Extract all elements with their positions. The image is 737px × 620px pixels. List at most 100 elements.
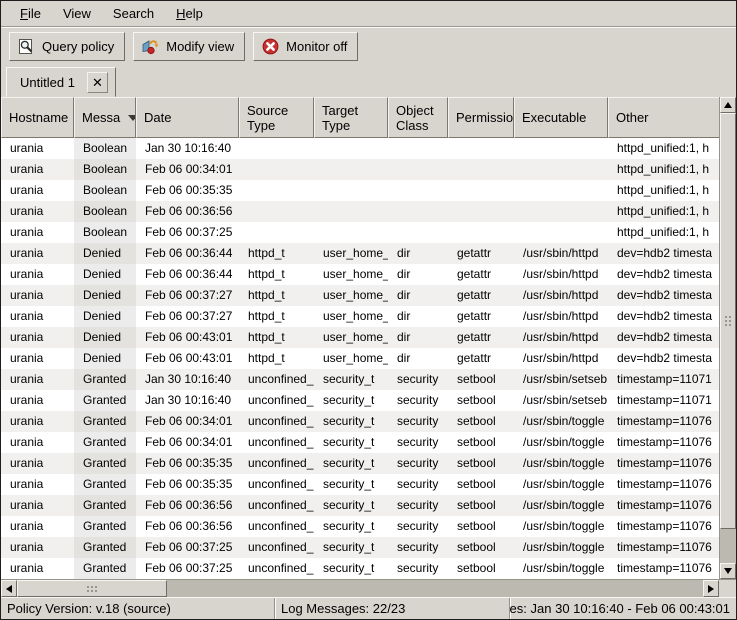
log-row-4[interactable]: uraniaBooleanFeb 06 00:37:25httpd_unifie… <box>1 222 719 243</box>
query-policy-button[interactable]: Query policy <box>9 32 125 61</box>
cell: Granted <box>74 369 136 390</box>
cell: Granted <box>74 390 136 411</box>
cell: unconfined_ <box>239 537 314 558</box>
modify-view-label: Modify view <box>166 39 234 54</box>
log-row-9[interactable]: uraniaDeniedFeb 06 00:43:01httpd_tuser_h… <box>1 327 719 348</box>
log-row-12[interactable]: uraniaGrantedJan 30 10:16:40unconfined_s… <box>1 390 719 411</box>
status-dates: Dates: Jan 30 10:16:40 - Feb 06 00:43:01 <box>509 598 733 619</box>
modify-view-button[interactable]: Modify view <box>133 32 245 61</box>
cell: user_home_ <box>314 264 388 285</box>
log-row-18[interactable]: uraniaGrantedFeb 06 00:36:56unconfined_s… <box>1 516 719 537</box>
column-header-other[interactable]: Other <box>608 97 719 138</box>
cell: urania <box>1 327 74 348</box>
cell: unconfined_ <box>239 411 314 432</box>
log-view: HostnameMessaDateSource TypeTarget TypeO… <box>1 97 736 579</box>
log-row-8[interactable]: uraniaDeniedFeb 06 00:37:27httpd_tuser_h… <box>1 306 719 327</box>
cell: urania <box>1 516 74 537</box>
cell: setbool <box>448 537 514 558</box>
tab-close-button[interactable]: ✕ <box>87 72 108 93</box>
column-header-permission[interactable]: Permission <box>448 97 514 138</box>
monitor-off-button[interactable]: Monitor off <box>253 32 358 61</box>
cell <box>239 180 314 201</box>
cell: Jan 30 10:16:40 <box>136 369 239 390</box>
cell: timestamp=11076 <box>608 432 719 453</box>
column-header-messa[interactable]: Messa <box>74 97 136 138</box>
cell: Denied <box>74 264 136 285</box>
cell: httpd_unified:1, h <box>608 180 719 201</box>
table-body: uraniaBooleanJan 30 10:16:40httpd_unifie… <box>1 138 719 579</box>
cell: httpd_unified:1, h <box>608 138 719 159</box>
vertical-scrollbar[interactable] <box>719 97 736 579</box>
cell: Denied <box>74 243 136 264</box>
horizontal-scrollbar-thumb[interactable] <box>17 580 167 597</box>
tab-label: Untitled 1 <box>20 75 75 90</box>
cell: Feb 06 00:36:56 <box>136 516 239 537</box>
log-row-7[interactable]: uraniaDeniedFeb 06 00:37:27httpd_tuser_h… <box>1 285 719 306</box>
cell: urania <box>1 159 74 180</box>
cell: Feb 06 00:36:44 <box>136 264 239 285</box>
cell: timestamp=11076 <box>608 558 719 579</box>
log-row-20[interactable]: uraniaGrantedFeb 06 00:37:25unconfined_s… <box>1 558 719 579</box>
cell <box>239 222 314 243</box>
log-row-0[interactable]: uraniaBooleanJan 30 10:16:40httpd_unifie… <box>1 138 719 159</box>
cell: /usr/sbin/httpd <box>514 264 608 285</box>
cell: urania <box>1 390 74 411</box>
vertical-scrollbar-track[interactable] <box>720 113 736 563</box>
log-row-6[interactable]: uraniaDeniedFeb 06 00:36:44httpd_tuser_h… <box>1 264 719 285</box>
cell: setbool <box>448 495 514 516</box>
cell: security <box>388 411 448 432</box>
grip-icon <box>724 315 732 327</box>
column-header-executable[interactable]: Executable <box>514 97 608 138</box>
cell <box>239 138 314 159</box>
cell: httpd_t <box>239 348 314 369</box>
log-row-19[interactable]: uraniaGrantedFeb 06 00:37:25unconfined_s… <box>1 537 719 558</box>
log-row-10[interactable]: uraniaDeniedFeb 06 00:43:01httpd_tuser_h… <box>1 348 719 369</box>
menu-item-search[interactable]: Search <box>102 2 165 26</box>
log-row-13[interactable]: uraniaGrantedFeb 06 00:34:01unconfined_s… <box>1 411 719 432</box>
cell: Denied <box>74 348 136 369</box>
cell: Feb 06 00:35:35 <box>136 474 239 495</box>
status-policy-version: Policy Version: v.18 (source) <box>4 598 274 619</box>
log-row-3[interactable]: uraniaBooleanFeb 06 00:36:56httpd_unifie… <box>1 201 719 222</box>
vertical-scrollbar-thumb[interactable] <box>720 113 736 529</box>
scroll-down-button[interactable] <box>720 563 736 579</box>
cell <box>514 159 608 180</box>
log-row-11[interactable]: uraniaGrantedJan 30 10:16:40unconfined_s… <box>1 369 719 390</box>
cell: security <box>388 558 448 579</box>
column-header-label: Messa <box>82 110 120 125</box>
horizontal-scrollbar[interactable] <box>1 580 719 597</box>
cell: Feb 06 00:37:25 <box>136 558 239 579</box>
column-header-date[interactable]: Date <box>136 97 239 138</box>
scroll-up-button[interactable] <box>720 97 736 113</box>
column-header-object-class[interactable]: Object Class <box>388 97 448 138</box>
menu-item-file[interactable]: File <box>9 2 52 26</box>
tab-untitled-1[interactable]: Untitled 1 ✕ <box>6 67 116 97</box>
horizontal-scrollbar-track[interactable] <box>17 580 703 597</box>
column-header-target-type[interactable]: Target Type <box>314 97 388 138</box>
log-row-16[interactable]: uraniaGrantedFeb 06 00:35:35unconfined_s… <box>1 474 719 495</box>
cell: unconfined_ <box>239 369 314 390</box>
cell <box>314 159 388 180</box>
cell: Granted <box>74 558 136 579</box>
log-row-5[interactable]: uraniaDeniedFeb 06 00:36:44httpd_tuser_h… <box>1 243 719 264</box>
log-row-1[interactable]: uraniaBooleanFeb 06 00:34:01httpd_unifie… <box>1 159 719 180</box>
log-row-2[interactable]: uraniaBooleanFeb 06 00:35:35httpd_unifie… <box>1 180 719 201</box>
column-header-label: Permission <box>456 110 514 125</box>
cell: dev=hdb2 timesta <box>608 285 719 306</box>
cell: urania <box>1 558 74 579</box>
column-header-hostname[interactable]: Hostname <box>1 97 74 138</box>
cell: timestamp=11076 <box>608 495 719 516</box>
cell: timestamp=11071 <box>608 369 719 390</box>
cell: httpd_t <box>239 264 314 285</box>
log-row-17[interactable]: uraniaGrantedFeb 06 00:36:56unconfined_s… <box>1 495 719 516</box>
cell: urania <box>1 537 74 558</box>
log-row-15[interactable]: uraniaGrantedFeb 06 00:35:35unconfined_s… <box>1 453 719 474</box>
column-header-source-type[interactable]: Source Type <box>239 97 314 138</box>
cell: Feb 06 00:36:56 <box>136 495 239 516</box>
cell: security <box>388 369 448 390</box>
scroll-left-button[interactable] <box>1 580 17 597</box>
menu-item-help[interactable]: Help <box>165 2 214 26</box>
scroll-right-button[interactable] <box>703 580 719 597</box>
log-row-14[interactable]: uraniaGrantedFeb 06 00:34:01unconfined_s… <box>1 432 719 453</box>
menu-item-view[interactable]: View <box>52 2 102 26</box>
